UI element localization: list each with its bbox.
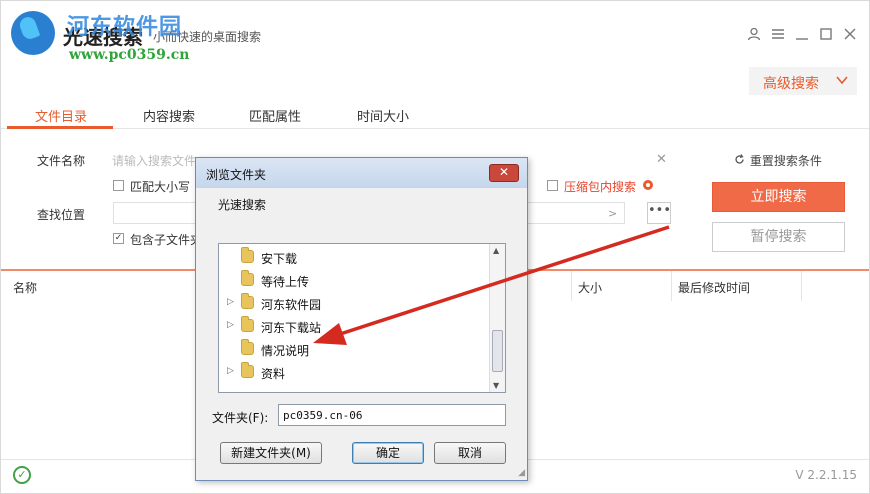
browse-folder-dialog: 浏览文件夹 ✕ 光速搜索 安下载 等待上传 ▷ 河东软件园 ▷ 河东下载站 情况…	[195, 157, 528, 481]
chevron-right-icon[interactable]: >	[608, 207, 617, 220]
dialog-description: 光速搜索	[218, 198, 267, 212]
version-label: V 2.2.1.15	[795, 468, 857, 482]
include-subfolders-checkbox[interactable]: ✓	[113, 233, 124, 244]
archive-search-checkbox[interactable]	[547, 180, 558, 191]
expand-arrow-icon[interactable]: ▷	[227, 320, 234, 330]
column-header-name[interactable]: 名称	[13, 279, 37, 296]
column-divider	[671, 271, 672, 301]
folder-icon	[241, 362, 254, 378]
user-icon[interactable]	[747, 27, 761, 41]
menu-icon[interactable]	[771, 27, 785, 41]
new-folder-button[interactable]: 新建文件夹(M)	[220, 442, 322, 464]
window-controls	[747, 27, 857, 41]
folder-icon	[241, 270, 254, 286]
expand-arrow-icon[interactable]: ▷	[227, 297, 234, 307]
tab-time-size[interactable]: 时间大小	[357, 106, 409, 125]
match-case-label: 匹配大小写	[130, 180, 191, 194]
tree-item-label: 情况说明	[261, 344, 310, 358]
title-bar: 光速搜索 小而快速的桌面搜索 河东软件园 www.pc0359.cn	[1, 1, 869, 67]
app-window: 光速搜索 小而快速的桌面搜索 河东软件园 www.pc0359.cn 高级搜索	[0, 0, 870, 494]
dialog-title: 浏览文件夹	[206, 168, 267, 182]
folder-field-label: 文件夹(F):	[212, 411, 269, 425]
tab-content-search[interactable]: 内容搜索	[143, 106, 195, 125]
tab-bar: 文件目录 内容搜索 匹配属性 时间大小	[1, 97, 869, 129]
tree-item[interactable]: 情况说明	[219, 338, 489, 360]
tab-file-directory[interactable]: 文件目录	[35, 106, 87, 125]
tree-item-label: 河东下载站	[261, 321, 322, 335]
refresh-icon	[734, 154, 746, 168]
resize-grip-icon[interactable]: ◢	[518, 468, 525, 478]
match-case-checkbox[interactable]	[113, 180, 124, 191]
pause-search-button[interactable]: 暂停搜索	[712, 222, 845, 252]
tree-item[interactable]: ▷ 资料	[219, 361, 489, 383]
folder-icon	[241, 293, 254, 309]
clear-icon[interactable]: ✕	[656, 152, 667, 167]
advanced-search-button[interactable]: 高级搜索	[749, 67, 857, 95]
folder-icon	[241, 247, 254, 263]
tree-item[interactable]: 等待上传	[219, 269, 489, 291]
folder-tree[interactable]: 安下载 等待上传 ▷ 河东软件园 ▷ 河东下载站 情况说明 ▷ 资料 ▲ ▼	[218, 243, 506, 393]
filename-placeholder: 请输入搜索文件	[112, 154, 197, 168]
tree-item-label: 资料	[261, 367, 286, 381]
maximize-icon[interactable]	[819, 27, 833, 41]
ok-button[interactable]: 确定	[352, 442, 424, 464]
dialog-close-button[interactable]: ✕	[489, 164, 519, 182]
reset-conditions-button[interactable]: 重置搜索条件	[734, 152, 822, 169]
tree-item-label: 安下载	[261, 252, 298, 266]
watermark-title: 河东软件园	[67, 14, 183, 40]
tree-scrollbar[interactable]: ▲ ▼	[489, 244, 505, 392]
filename-label: 文件名称	[37, 154, 86, 168]
archive-search-label: 压缩包内搜索	[564, 180, 637, 194]
folder-icon	[241, 316, 254, 332]
close-icon[interactable]	[843, 27, 857, 41]
watermark-url: www.pc0359.cn	[69, 47, 190, 63]
scrollbar-thumb[interactable]	[492, 330, 503, 372]
cancel-button[interactable]: 取消	[434, 442, 506, 464]
dialog-title-bar: 浏览文件夹 ✕	[196, 158, 527, 188]
tree-item[interactable]: ▷ 河东下载站	[219, 315, 489, 337]
browse-button[interactable]: •••	[647, 202, 671, 224]
search-now-button[interactable]: 立即搜索	[712, 182, 845, 212]
app-logo-icon	[11, 11, 55, 55]
chevron-down-icon	[835, 73, 849, 91]
active-tab-indicator	[7, 126, 113, 129]
folder-input[interactable]: pc0359.cn-06	[278, 404, 506, 426]
column-header-modified[interactable]: 最后修改时间	[678, 279, 750, 296]
tree-item[interactable]: 安下载	[219, 246, 489, 268]
folder-icon	[241, 339, 254, 355]
scroll-down-icon[interactable]: ▼	[493, 381, 499, 390]
status-ok-icon: ✓	[13, 466, 31, 484]
minimize-icon[interactable]	[795, 27, 809, 41]
location-label: 查找位置	[37, 208, 86, 222]
expand-arrow-icon[interactable]: ▷	[227, 366, 234, 376]
tree-item-label: 河东软件园	[261, 298, 322, 312]
include-subfolders-label: 包含子文件夹	[130, 233, 203, 247]
tree-item-label: 等待上传	[261, 275, 310, 289]
column-header-size[interactable]: 大小	[578, 279, 602, 296]
tree-item[interactable]: ▷ 河东软件园	[219, 292, 489, 314]
reset-conditions-label: 重置搜索条件	[749, 154, 822, 168]
column-divider	[571, 271, 572, 301]
column-divider	[801, 271, 802, 301]
gear-icon[interactable]	[643, 180, 653, 190]
tab-match-attributes[interactable]: 匹配属性	[249, 106, 301, 125]
advanced-search-label: 高级搜索	[763, 76, 819, 92]
scroll-up-icon[interactable]: ▲	[493, 246, 499, 255]
